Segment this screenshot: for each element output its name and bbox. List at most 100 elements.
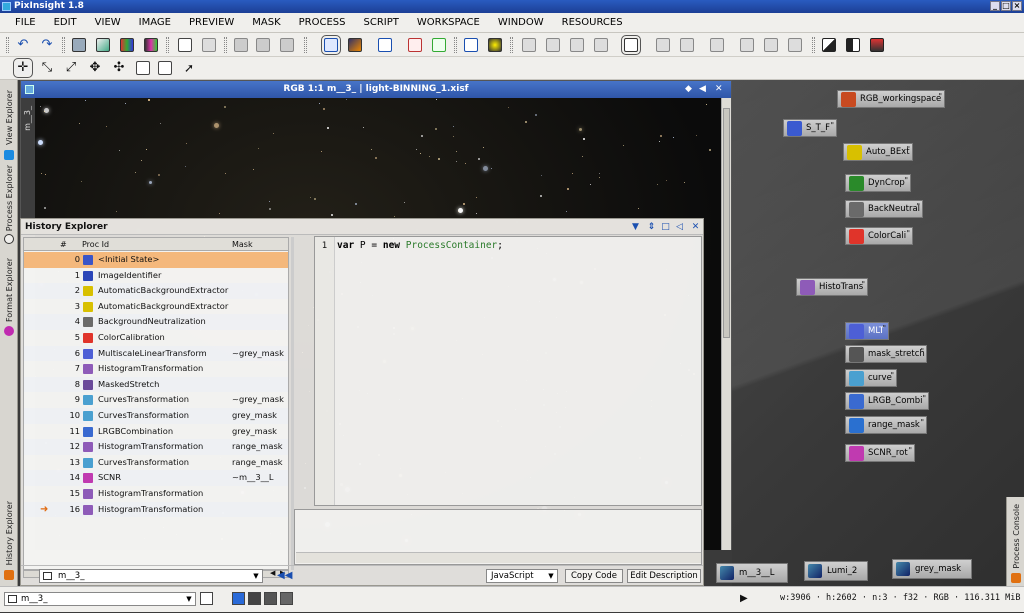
process-icon-mlt[interactable]: MLT " — [845, 322, 889, 340]
table-row[interactable]: 3 AutomaticBackgroundExtractor — [24, 299, 288, 315]
preview-new-icon[interactable] — [234, 38, 248, 52]
mask-show-icon[interactable] — [522, 38, 536, 52]
toolbar-grip[interactable] — [454, 37, 457, 53]
toolbar-grip[interactable] — [62, 37, 65, 53]
table-row[interactable]: 2 AutomaticBackgroundExtractor — [24, 283, 288, 299]
table-row[interactable]: 6 MultiscaleLinearTransform ~grey_mask — [24, 345, 288, 362]
image-icon-m3l[interactable]: m__3__L — [716, 563, 788, 583]
active-view-selector[interactable]: m__3_ ▼ — [4, 592, 196, 606]
image-icon-lumi2[interactable]: Lumi_2 — [804, 561, 868, 581]
menu-image[interactable]: IMAGE — [130, 17, 180, 28]
tab-process-console[interactable]: Process Console — [1008, 501, 1024, 583]
table-row[interactable]: 15 HistogramTransformation — [24, 486, 288, 502]
select-tool-icon[interactable]: ➚ — [182, 61, 196, 75]
column-header-proc-id[interactable]: Proc Id — [82, 238, 109, 251]
menu-resources[interactable]: RESOURCES — [553, 17, 632, 28]
menu-script[interactable]: SCRIPT — [355, 17, 408, 28]
table-row[interactable]: 0 <Initial State> — [24, 252, 288, 268]
tab-process-explorer[interactable]: Process Explorer — [1, 164, 17, 244]
history-undo-icon[interactable] — [656, 38, 670, 52]
code-line[interactable]: var P = new ProcessContainer; — [337, 239, 503, 253]
table-row[interactable]: 4 BackgroundNeutralization — [24, 314, 288, 330]
preview-delete-icon[interactable] — [280, 38, 294, 52]
history-explorer-titlebar[interactable]: History Explorer — [21, 219, 703, 235]
column-header-number[interactable]: # — [60, 238, 67, 251]
table-row[interactable]: 11 LRGBCombination grey_mask — [24, 424, 288, 440]
channel-2-icon[interactable] — [264, 592, 277, 605]
image-vertical-scrollbar[interactable] — [721, 98, 731, 550]
image-icon-grey-mask[interactable]: grey_mask — [892, 559, 972, 579]
display-alt-icon[interactable] — [348, 38, 362, 52]
play-icon[interactable]: ▶ — [740, 593, 748, 604]
toolbar-grip[interactable] — [166, 37, 169, 53]
zoom-tool-icon[interactable] — [621, 35, 641, 55]
process-icon-colorcali[interactable]: ColorCali " — [845, 227, 913, 245]
mask-enable-icon[interactable] — [546, 38, 560, 52]
table-row[interactable]: 5 ColorCalibration — [24, 330, 288, 346]
menu-view[interactable]: VIEW — [86, 17, 130, 28]
description-pane[interactable] — [294, 509, 702, 565]
iconize-icon[interactable]: ◀ — [699, 84, 706, 95]
new-image-icon[interactable] — [72, 38, 86, 52]
toolbar-grip[interactable] — [510, 37, 513, 53]
table-row[interactable]: 1 ImageIdentifier — [24, 268, 288, 284]
channel-rgb-icon[interactable] — [232, 592, 245, 605]
tab-view-explorer[interactable]: View Explorer — [1, 84, 17, 160]
maximize-panel-icon[interactable]: □ — [661, 223, 670, 232]
preview-edit-icon[interactable] — [256, 38, 270, 52]
close-panel-icon[interactable]: ✕ — [691, 223, 700, 232]
layout-icon[interactable] — [178, 38, 192, 52]
auto-hide-icon[interactable]: ◁ — [675, 223, 684, 232]
menu-mask[interactable]: MASK — [243, 17, 289, 28]
menu-window[interactable]: WINDOW — [489, 17, 553, 28]
menu-preview[interactable]: PREVIEW — [180, 17, 243, 28]
process-icon-s-t-f[interactable]: S_T_F " — [783, 119, 837, 137]
pan-tool-icon[interactable]: ✥ — [88, 61, 102, 75]
channel-3-icon[interactable] — [280, 592, 293, 605]
minimize-button[interactable]: _ — [990, 1, 1000, 11]
channel-view-icon[interactable] — [144, 38, 158, 52]
redo-icon[interactable]: ↷ — [40, 38, 54, 52]
toolbar-grip[interactable] — [6, 37, 9, 53]
mask-invert-icon[interactable] — [570, 38, 584, 52]
process-icon-backneutral[interactable]: BackNeutral " — [845, 200, 923, 218]
table-row[interactable]: 14 SCNR ~m__3__L — [24, 470, 288, 486]
table-row[interactable]: 13 CurvesTransformation range_mask — [24, 455, 288, 471]
center-tool-icon[interactable]: ✣ — [112, 61, 126, 75]
view-options-icon[interactable] — [200, 592, 213, 605]
table-row[interactable]: ➜ 16 HistogramTransformation — [24, 501, 288, 518]
screen-transfer-icon[interactable] — [870, 38, 884, 52]
tab-format-explorer[interactable]: Format Explorer — [1, 258, 17, 336]
process-icon-histotrans[interactable]: HistoTrans " — [796, 278, 868, 296]
code-editor[interactable]: 1 var P = new ProcessContainer; — [314, 236, 702, 506]
process-icon-rgb-workingspace[interactable]: RGB_workingspace " — [837, 90, 945, 108]
table-row[interactable]: 8 MaskedStretch — [24, 376, 288, 393]
view-selector[interactable]: m__3_ ▼ — [39, 569, 263, 583]
toolbar-grip[interactable] — [224, 37, 227, 53]
rgb-channels-icon[interactable] — [120, 38, 134, 52]
column-header-mask[interactable]: Mask — [232, 238, 253, 251]
menu-file[interactable]: FILE — [6, 17, 45, 28]
process-icon-scnr-rot[interactable]: SCNR_rot " — [845, 444, 915, 462]
chevron-down-icon[interactable]: ▼ — [631, 223, 640, 232]
image-window-titlebar[interactable]: RGB 1:1 m__3_ | light-BINNING_1.xisf ◆ ◀… — [21, 81, 731, 98]
stf-icon[interactable] — [488, 38, 502, 52]
process-icon-curve[interactable]: curve " — [845, 369, 897, 387]
description-scrollbar[interactable] — [296, 552, 701, 563]
image-view-tab[interactable]: m__3_ — [23, 106, 32, 131]
process-reset-icon[interactable] — [764, 38, 778, 52]
toolbar-grip[interactable] — [304, 37, 307, 53]
process-icon-range-mask[interactable]: range_mask " — [845, 416, 927, 434]
toolbar-grip[interactable] — [812, 37, 815, 53]
display-channel-icon[interactable] — [378, 38, 392, 52]
history-explorer-window[interactable]: History Explorer ▼ ⇕ □ ◁ ✕ # Proc Id Mas… — [20, 218, 704, 586]
mask-remove-icon[interactable] — [594, 38, 608, 52]
table-row[interactable]: 12 HistogramTransformation range_mask — [24, 439, 288, 455]
close-button[interactable]: × — [1012, 1, 1022, 11]
language-selector[interactable]: JavaScript ▼ — [486, 569, 558, 583]
table-row[interactable]: 10 CurvesTransformation grey_mask — [24, 408, 288, 424]
process-icon-auto-bext[interactable]: Auto_BExt " — [843, 143, 913, 161]
layout-alt-icon[interactable] — [202, 38, 216, 52]
fit-view-icon[interactable] — [136, 61, 150, 75]
pointer-tool-icon[interactable]: ✛ — [13, 58, 33, 78]
